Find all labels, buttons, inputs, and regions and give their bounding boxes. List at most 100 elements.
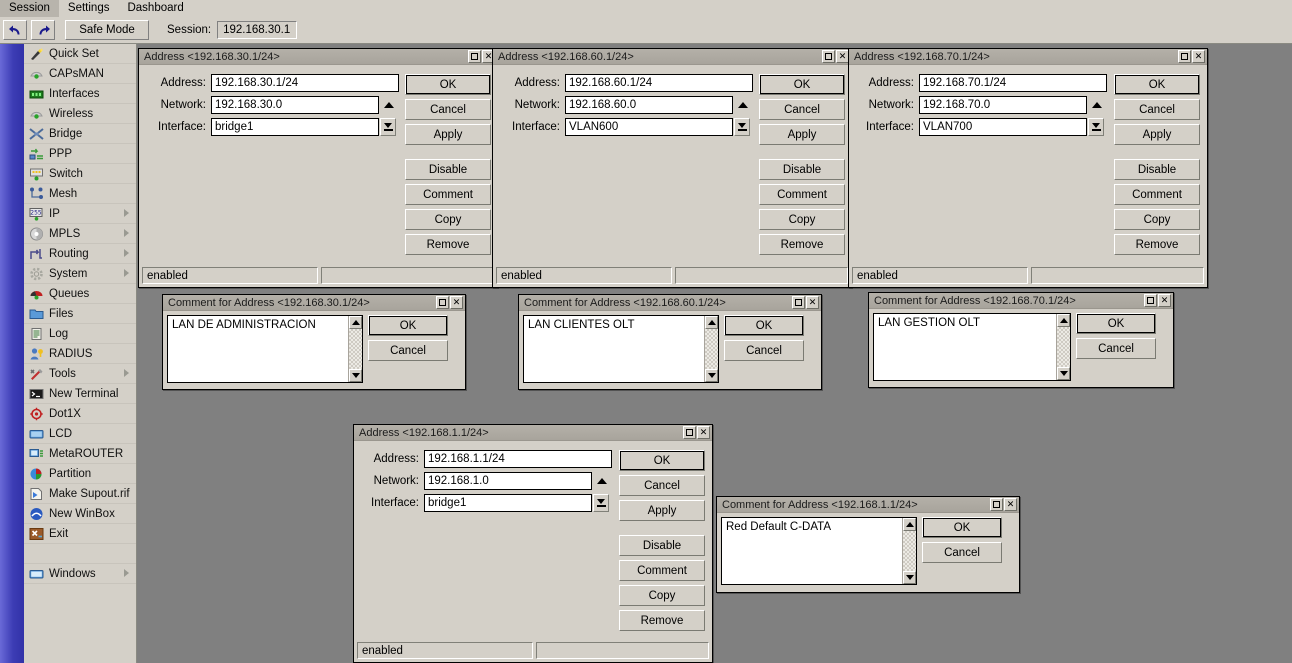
address-input[interactable]: 192.168.70.1/24 xyxy=(919,74,1107,92)
maximize-icon[interactable] xyxy=(822,50,835,63)
cancel-button[interactable]: Cancel xyxy=(405,99,491,120)
ok-button[interactable]: OK xyxy=(368,315,448,336)
sidebar-item-new-winbox[interactable]: New WinBox xyxy=(24,504,136,524)
menu-settings[interactable]: Settings xyxy=(59,0,119,17)
session-address-field[interactable]: 192.168.30.1 xyxy=(217,21,297,39)
cancel-button[interactable]: Cancel xyxy=(1076,338,1156,359)
close-icon[interactable]: ✕ xyxy=(1004,498,1017,511)
close-icon[interactable]: ✕ xyxy=(450,296,463,309)
sidebar-item-tools[interactable]: Tools xyxy=(24,364,136,384)
sidebar-item-partition[interactable]: Partition xyxy=(24,464,136,484)
sidebar-item-log[interactable]: Log xyxy=(24,324,136,344)
maximize-icon[interactable] xyxy=(792,296,805,309)
sidebar-item-radius[interactable]: RADIUS xyxy=(24,344,136,364)
sidebar-item-queues[interactable]: Queues xyxy=(24,284,136,304)
scroll-up-button[interactable] xyxy=(349,316,362,329)
menu-session[interactable]: Session xyxy=(0,0,59,17)
titlebar[interactable]: Address <192.168.60.1/24> ✕ xyxy=(493,49,851,65)
network-expand-arrow-icon[interactable] xyxy=(384,102,394,108)
interface-dropdown-button[interactable] xyxy=(380,118,396,136)
network-input[interactable]: 192.168.70.0 xyxy=(919,96,1087,114)
copy-button[interactable]: Copy xyxy=(619,585,705,606)
apply-button[interactable]: Apply xyxy=(619,500,705,521)
address-input[interactable]: 192.168.1.1/24 xyxy=(424,450,612,468)
interface-dropdown-button[interactable] xyxy=(1088,118,1104,136)
disable-button[interactable]: Disable xyxy=(619,535,705,556)
sidebar-item-ip[interactable]: 255 IP xyxy=(24,204,136,224)
scroll-track[interactable] xyxy=(1057,327,1070,367)
ok-button[interactable]: OK xyxy=(724,315,804,336)
apply-button[interactable]: Apply xyxy=(1114,124,1200,145)
close-icon[interactable]: ✕ xyxy=(1158,294,1171,307)
maximize-icon[interactable] xyxy=(436,296,449,309)
maximize-icon[interactable] xyxy=(683,426,696,439)
disable-button[interactable]: Disable xyxy=(759,159,845,180)
disable-button[interactable]: Disable xyxy=(405,159,491,180)
network-input[interactable]: 192.168.1.0 xyxy=(424,472,592,490)
sidebar-item-routing[interactable]: Routing xyxy=(24,244,136,264)
comment-textarea[interactable]: LAN DE ADMINISTRACION xyxy=(167,315,363,383)
scroll-up-button[interactable] xyxy=(903,518,916,531)
sidebar-item-mesh[interactable]: Mesh xyxy=(24,184,136,204)
apply-button[interactable]: Apply xyxy=(405,124,491,145)
interface-input[interactable]: VLAN700 xyxy=(919,118,1087,136)
comment-scrollbar[interactable] xyxy=(1056,314,1070,380)
titlebar[interactable]: Address <192.168.1.1/24> ✕ xyxy=(354,425,712,441)
sidebar-item-dot1x[interactable]: Dot1X xyxy=(24,404,136,424)
sidebar-item-exit[interactable]: Exit xyxy=(24,524,136,544)
sidebar-item-lcd[interactable]: LCD xyxy=(24,424,136,444)
ok-button[interactable]: OK xyxy=(1076,313,1156,334)
network-expand-arrow-icon[interactable] xyxy=(738,102,748,108)
titlebar[interactable]: Address <192.168.70.1/24> ✕ xyxy=(849,49,1207,65)
comment-textarea[interactable]: Red Default C-DATA xyxy=(721,517,917,585)
cancel-button[interactable]: Cancel xyxy=(619,475,705,496)
scroll-down-button[interactable] xyxy=(349,369,362,382)
close-icon[interactable]: ✕ xyxy=(697,426,710,439)
comment-textarea[interactable]: LAN CLIENTES OLT xyxy=(523,315,719,383)
network-input[interactable]: 192.168.30.0 xyxy=(211,96,379,114)
scroll-track[interactable] xyxy=(903,531,916,571)
sidebar-item-windows[interactable]: Windows xyxy=(24,564,136,584)
interface-input[interactable]: VLAN600 xyxy=(565,118,733,136)
sidebar-item-interfaces[interactable]: Interfaces xyxy=(24,84,136,104)
cancel-button[interactable]: Cancel xyxy=(724,340,804,361)
interface-dropdown-button[interactable] xyxy=(734,118,750,136)
remove-button[interactable]: Remove xyxy=(619,610,705,631)
scroll-track[interactable] xyxy=(705,329,718,369)
redo-button[interactable] xyxy=(31,20,55,40)
cancel-button[interactable]: Cancel xyxy=(1114,99,1200,120)
comment-scrollbar[interactable] xyxy=(704,316,718,382)
ok-button[interactable]: OK xyxy=(922,517,1002,538)
scroll-down-button[interactable] xyxy=(903,571,916,584)
safe-mode-button[interactable]: Safe Mode xyxy=(65,20,149,40)
network-input[interactable]: 192.168.60.0 xyxy=(565,96,733,114)
interface-dropdown-button[interactable] xyxy=(593,494,609,512)
network-expand-arrow-icon[interactable] xyxy=(1092,102,1102,108)
comment-button[interactable]: Comment xyxy=(405,184,491,205)
sidebar-item-switch[interactable]: Switch xyxy=(24,164,136,184)
close-icon[interactable]: ✕ xyxy=(1192,50,1205,63)
ok-button[interactable]: OK xyxy=(759,74,845,95)
comment-textarea[interactable]: LAN GESTION OLT xyxy=(873,313,1071,381)
apply-button[interactable]: Apply xyxy=(759,124,845,145)
remove-button[interactable]: Remove xyxy=(759,234,845,255)
sidebar-item-new-terminal[interactable]: New Terminal xyxy=(24,384,136,404)
sidebar-item-mpls[interactable]: MPLS xyxy=(24,224,136,244)
maximize-icon[interactable] xyxy=(990,498,1003,511)
ok-button[interactable]: OK xyxy=(405,74,491,95)
cancel-button[interactable]: Cancel xyxy=(368,340,448,361)
interface-input[interactable]: bridge1 xyxy=(424,494,592,512)
titlebar[interactable]: Comment for Address <192.168.30.1/24> ✕ xyxy=(163,295,465,311)
address-input[interactable]: 192.168.30.1/24 xyxy=(211,74,399,92)
scroll-up-button[interactable] xyxy=(705,316,718,329)
comment-button[interactable]: Comment xyxy=(619,560,705,581)
comment-scrollbar[interactable] xyxy=(902,518,916,584)
remove-button[interactable]: Remove xyxy=(1114,234,1200,255)
maximize-icon[interactable] xyxy=(468,50,481,63)
sidebar-item-make-supout[interactable]: Make Supout.rif xyxy=(24,484,136,504)
disable-button[interactable]: Disable xyxy=(1114,159,1200,180)
sidebar-item-system[interactable]: System xyxy=(24,264,136,284)
scroll-down-button[interactable] xyxy=(1057,367,1070,380)
cancel-button[interactable]: Cancel xyxy=(759,99,845,120)
sidebar-item-files[interactable]: Files xyxy=(24,304,136,324)
